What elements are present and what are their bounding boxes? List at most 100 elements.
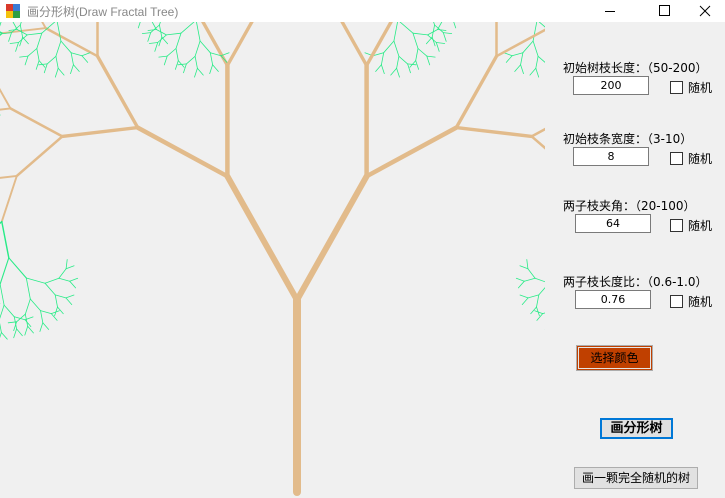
- tree-canvas: [0, 22, 545, 496]
- leaf-branch: [534, 277, 545, 283]
- leaf-branch: [154, 42, 159, 52]
- leaf-branch: [148, 42, 159, 44]
- leaf-branch: [147, 29, 157, 31]
- initial-branch-length-input[interactable]: [573, 76, 649, 95]
- leaf-branch: [393, 22, 398, 42]
- leaf-branch: [0, 304, 5, 319]
- tree-branch: [454, 54, 499, 130]
- leaf-branch: [399, 22, 414, 34]
- leaf-branch: [175, 32, 182, 49]
- leaf-branch: [81, 55, 89, 63]
- leaf-branch: [536, 294, 540, 308]
- leaf-branch: [515, 277, 525, 282]
- branch-length-ratio-label: 两子枝长度比：（0.6-1.0）: [563, 275, 708, 289]
- tree-branch: [0, 107, 12, 111]
- leaf-branch: [529, 67, 537, 76]
- leaf-branch: [27, 48, 38, 57]
- leaf-branch: [435, 42, 440, 52]
- initial-branch-width-label: 初始枝条宽度：（3-10）: [563, 132, 693, 146]
- maximize-button[interactable]: [641, 0, 687, 22]
- leaf-branch: [434, 24, 444, 33]
- minimize-button[interactable]: [587, 0, 633, 22]
- tree-branch: [135, 125, 230, 179]
- leaf-branch: [0, 322, 2, 333]
- leaf-branch: [70, 64, 74, 74]
- leaf-branch: [0, 257, 10, 285]
- leaf-branch: [180, 22, 195, 34]
- initial-branch-width-random-label: 随机: [688, 152, 713, 166]
- leaf-branch: [415, 48, 419, 61]
- leaf-branch: [537, 55, 545, 63]
- leaf-branch: [396, 55, 400, 69]
- leaf-branch: [36, 48, 40, 61]
- leaf-branch: [137, 22, 141, 29]
- leaf-branch: [16, 328, 23, 337]
- leaf-branch: [1, 220, 10, 259]
- leaf-branch: [70, 52, 83, 57]
- leaf-branch: [26, 32, 43, 36]
- leaf-branch: [40, 310, 44, 324]
- maximize-icon: [659, 5, 670, 16]
- leaf-branch: [9, 42, 19, 44]
- branch-length-ratio-input[interactable]: [575, 290, 651, 309]
- leaf-branch: [147, 32, 152, 42]
- leaf-branch: [518, 280, 525, 289]
- leaf-branch: [175, 48, 179, 61]
- leaf-branch: [36, 32, 43, 49]
- leaf-branch: [194, 40, 201, 57]
- leaf-branch: [442, 32, 453, 34]
- branch-angle-input[interactable]: [575, 214, 651, 233]
- choose-color-button[interactable]: 选择颜色: [576, 345, 653, 371]
- leaf-branch: [522, 40, 534, 54]
- branch-angle-random-label: 随机: [688, 219, 713, 233]
- leaf-branch: [81, 52, 91, 57]
- leaf-branch: [54, 294, 58, 308]
- tree-branch: [224, 173, 300, 303]
- initial-branch-length-random-label: 随机: [688, 81, 713, 95]
- leaf-branch: [523, 277, 536, 282]
- leaf-branch: [511, 52, 524, 57]
- draw-random-tree-button[interactable]: 画一颗完全随机的树: [574, 467, 698, 489]
- leaf-branch: [55, 55, 59, 69]
- leaf-branch: [209, 64, 214, 74]
- leaf-branch: [185, 55, 196, 65]
- close-button[interactable]: [682, 0, 725, 22]
- leaf-branch: [453, 22, 457, 29]
- draw-tree-button[interactable]: 画分形树: [600, 418, 673, 439]
- leaf-branch: [15, 42, 19, 52]
- window-title: 画分形树(Draw Fractal Tree): [27, 5, 179, 19]
- tree-branch: [60, 125, 140, 139]
- initial-branch-width-random-checkbox[interactable]: [670, 152, 683, 165]
- leaf-branch: [8, 32, 12, 42]
- leaf-branch: [194, 55, 198, 69]
- leaf-branch: [69, 277, 79, 282]
- leaf-branch: [25, 277, 31, 300]
- leaf-branch: [150, 24, 160, 33]
- branch-angle-random-checkbox[interactable]: [670, 219, 683, 232]
- leaf-branch: [40, 310, 52, 315]
- leaf-branch: [380, 64, 385, 74]
- leaf-branch: [57, 67, 65, 76]
- minimize-icon: [605, 11, 615, 12]
- initial-branch-length-random-checkbox[interactable]: [670, 81, 683, 94]
- leaf-branch: [536, 313, 544, 321]
- leaf-branch: [65, 259, 68, 270]
- tree-branch: [15, 135, 64, 178]
- leaf-branch: [514, 64, 521, 72]
- leaf-branch: [196, 22, 201, 42]
- leaf-branch: [0, 22, 2, 27]
- leaf-branch: [58, 277, 71, 282]
- leaf-branch: [69, 280, 76, 289]
- tree-branch: [9, 107, 64, 138]
- leaf-branch: [437, 22, 443, 30]
- leaf-branch: [527, 294, 540, 299]
- leaf-branch: [535, 67, 540, 78]
- leaf-branch: [0, 332, 8, 340]
- initial-branch-width-input[interactable]: [573, 147, 649, 166]
- leaf-branch: [0, 332, 2, 339]
- leaf-branch: [435, 42, 446, 44]
- leaf-branch: [212, 64, 219, 72]
- leaf-branch: [375, 64, 382, 72]
- leaf-branch: [532, 22, 538, 42]
- branch-length-ratio-random-checkbox[interactable]: [670, 295, 683, 308]
